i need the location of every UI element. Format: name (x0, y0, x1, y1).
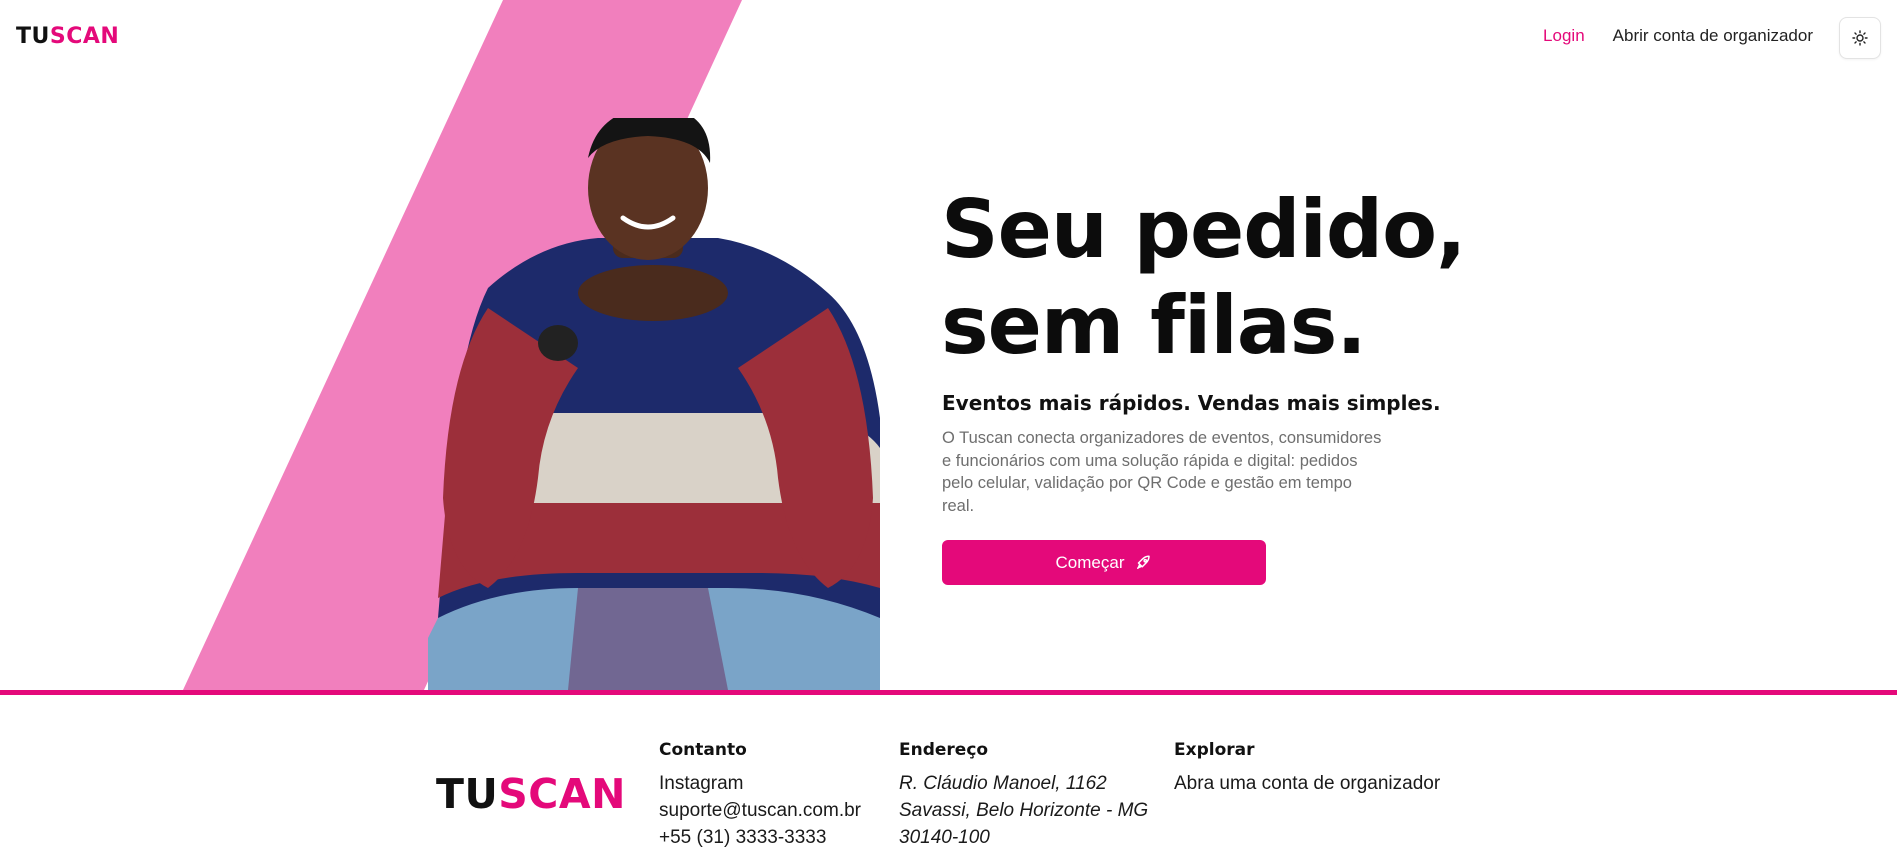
rocket-icon (1137, 555, 1151, 569)
footer-contact-heading: Contanto (659, 740, 747, 760)
footer-explore-heading: Explorar (1174, 740, 1255, 760)
footer-phone-link[interactable]: +55 (31) 3333-3333 (659, 824, 861, 851)
footer-logo: TUSCAN (436, 770, 626, 818)
start-button-label: Começar (1055, 552, 1125, 572)
footer-address-heading: Endereço (899, 740, 989, 760)
section-divider (0, 690, 1897, 695)
footer-address-column: Endereço R. Cláudio Manoel, 1162 Savassi… (899, 740, 1148, 851)
footer-open-organizer-account-link[interactable]: Abra uma conta de organizador (1174, 770, 1440, 797)
hero-person-image (428, 118, 880, 690)
footer-address-line: 30140-100 (899, 827, 990, 848)
footer-address-line: R. Cláudio Manoel, 1162 (899, 773, 1107, 794)
footer-contact-column: Contanto Instagram suporte@tuscan.com.br… (659, 740, 861, 851)
footer-explore-column: Explorar Abra uma conta de organizador (1174, 740, 1440, 797)
hero-subtitle: Eventos mais rápidos. Vendas mais simple… (942, 391, 1441, 415)
hero-title: Seu pedido, sem filas. (941, 183, 1467, 372)
footer-instagram-link[interactable]: Instagram (659, 770, 861, 797)
footer-email-link[interactable]: suporte@tuscan.com.br (659, 797, 861, 824)
footer-address-line: Savassi, Belo Horizonte - MG (899, 800, 1149, 821)
start-button[interactable]: Começar (942, 540, 1266, 585)
hero-description: O Tuscan conecta organizadores de evento… (942, 429, 1382, 515)
